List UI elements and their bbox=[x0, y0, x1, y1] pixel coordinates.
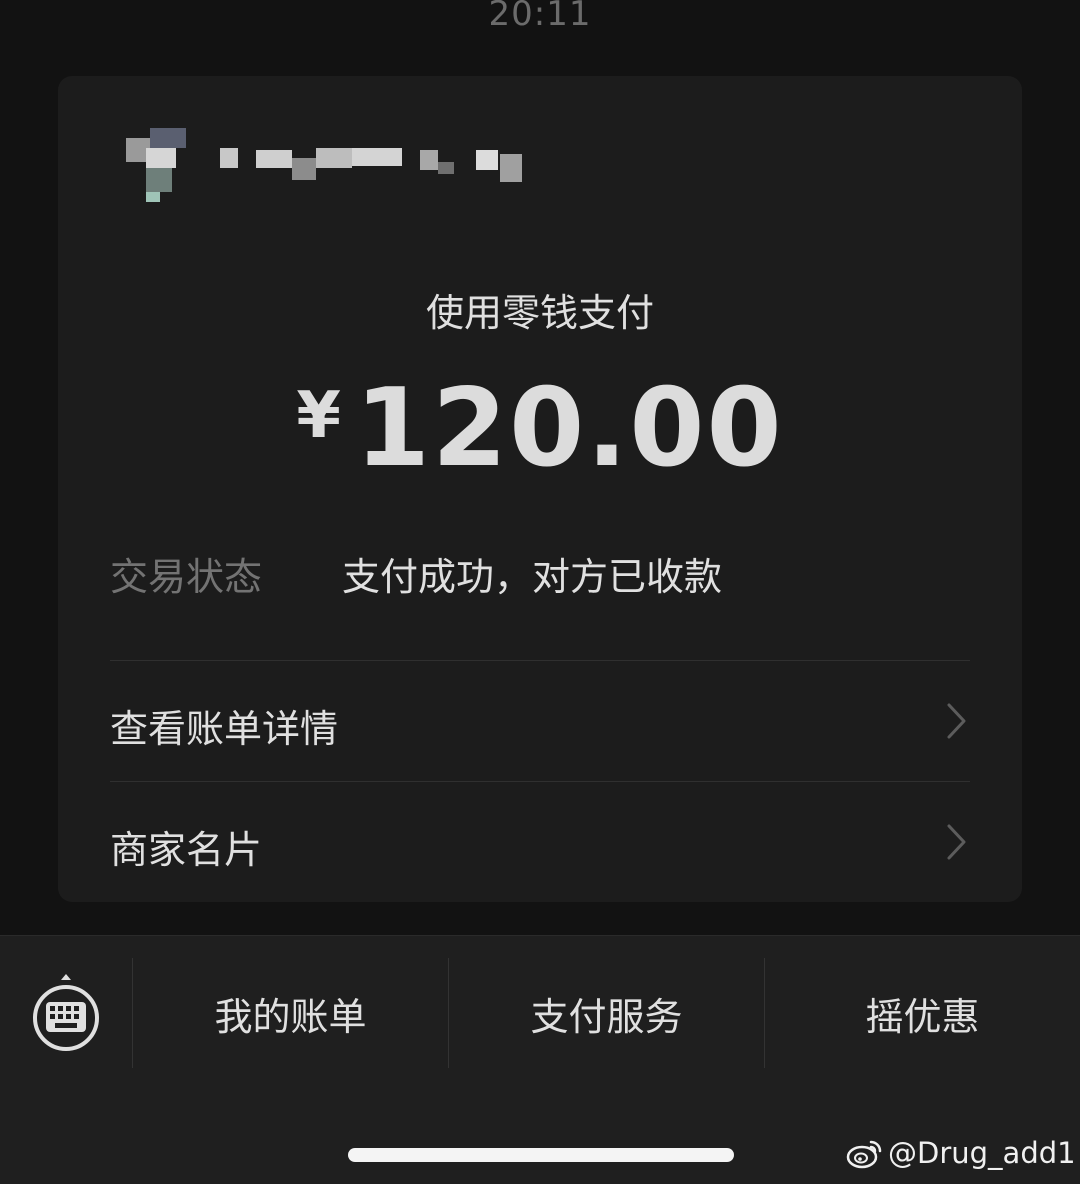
transaction-status-label: 交易状态 bbox=[110, 555, 263, 599]
payment-method-label: 使用零钱支付 bbox=[425, 291, 654, 335]
view-bill-details-row[interactable]: 查看账单详情 bbox=[110, 660, 970, 780]
shake-discount-button[interactable]: 摇优惠 bbox=[765, 986, 1080, 1042]
home-indicator[interactable] bbox=[348, 1148, 734, 1162]
payment-card: 使用零钱支付 ¥120.00 交易状态 支付成功，对方已收款 查看账单详情 商家… bbox=[58, 76, 1022, 902]
merchant-card-label: 商家名片 bbox=[110, 828, 263, 872]
payment-services-button[interactable]: 支付服务 bbox=[449, 986, 764, 1042]
chevron-right-icon bbox=[947, 703, 966, 739]
status-bar-time: 20:11 bbox=[488, 0, 592, 34]
weibo-icon bbox=[846, 1140, 882, 1169]
merchant-name-redacted bbox=[110, 118, 670, 204]
amount-value: 120.00 bbox=[354, 366, 784, 491]
merchant-card-row[interactable]: 商家名片 bbox=[110, 781, 970, 901]
keyboard-icon[interactable] bbox=[30, 974, 102, 1056]
bottom-menu-bar: 我的账单 支付服务 摇优惠 @Drug_add1 bbox=[0, 935, 1080, 1184]
currency-symbol: ¥ bbox=[296, 379, 341, 453]
transaction-status-value: 支付成功，对方已收款 bbox=[342, 555, 723, 599]
chevron-right-icon bbox=[947, 824, 966, 860]
my-bills-button[interactable]: 我的账单 bbox=[133, 986, 448, 1042]
watermark: @Drug_add1 bbox=[846, 1136, 1076, 1176]
payment-amount: ¥120.00 bbox=[58, 366, 1022, 491]
view-bill-details-label: 查看账单详情 bbox=[110, 707, 339, 751]
watermark-text: @Drug_add1 bbox=[888, 1136, 1076, 1170]
